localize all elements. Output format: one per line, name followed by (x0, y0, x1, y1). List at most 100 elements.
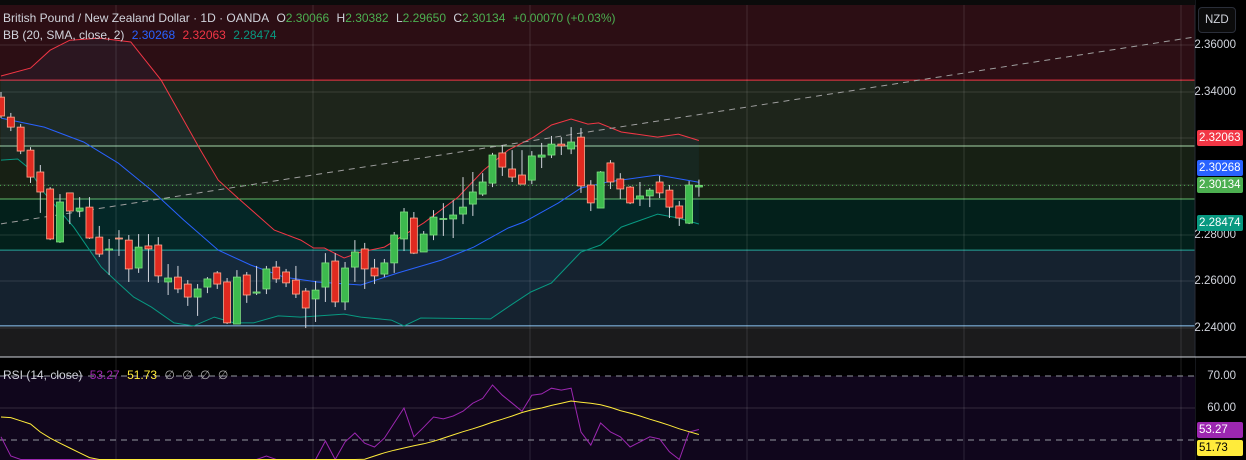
candle-body (390, 234, 399, 264)
candle-body (626, 186, 635, 204)
candle-body (154, 244, 163, 277)
candle-body (291, 279, 300, 295)
top-bar (0, 0, 1195, 5)
low-value: 2.29650 (402, 11, 447, 25)
candle-body (193, 288, 202, 298)
candle-body (655, 181, 664, 194)
bb-legend[interactable]: BB (20, SMA, close, 2) 2.30268 2.32063 2… (3, 28, 281, 42)
bb-lower-value: 2.28474 (233, 28, 277, 42)
candle-body (213, 272, 222, 285)
candle-body (400, 211, 408, 240)
candle-body (577, 136, 585, 187)
candle-body (26, 149, 35, 178)
candle-body (321, 262, 330, 288)
low-label: L (395, 11, 403, 25)
price-tick: 2.36000 (1194, 39, 1236, 51)
candle-body (95, 236, 104, 255)
rsi-tag: 53.27 (1197, 422, 1243, 438)
candle-body (478, 181, 487, 195)
candle-body (547, 143, 556, 156)
price-tick: 2.26000 (1194, 275, 1236, 287)
candle-body (586, 184, 595, 204)
candle-body (596, 171, 605, 209)
candle-body (144, 245, 153, 250)
candle-body (203, 278, 212, 288)
candle-body (616, 178, 625, 190)
rsi-value: 53.27 (89, 368, 120, 382)
price-zone (0, 325, 1195, 357)
rsi-label: RSI (14, close) (3, 368, 83, 382)
candle-body (468, 191, 477, 205)
candle-body (164, 277, 173, 283)
price-chart[interactable] (0, 0, 1246, 460)
candle-body (488, 154, 497, 184)
candle-body (272, 266, 281, 280)
candle-body (537, 154, 546, 158)
candle-body (350, 251, 359, 268)
candle-body (233, 276, 241, 325)
last-price-tag: 2.30134 (1197, 177, 1243, 193)
rsi-extra: ∅ (182, 368, 193, 382)
candle-body (695, 184, 703, 188)
candle-body (409, 217, 418, 254)
candle-body (449, 214, 458, 220)
candle-body (75, 207, 84, 212)
candle-body (331, 260, 340, 303)
high-label: H (336, 11, 346, 25)
rsi-extra: ∅ (200, 368, 211, 382)
bb-label: BB (20, SMA, close, 2) (3, 28, 125, 42)
candle-body (341, 267, 349, 303)
close-label: C (453, 11, 463, 25)
currency-button[interactable]: NZD (1198, 7, 1236, 33)
candle-body (606, 162, 615, 183)
bb-lower-tag: 2.28474 (1197, 215, 1243, 231)
rsi-extra: ∅ (217, 368, 229, 382)
open-label: O (276, 11, 286, 25)
candle-body (124, 239, 133, 270)
candle-body (665, 189, 674, 208)
candle-body (6, 116, 15, 128)
candle-body (518, 174, 526, 185)
bb-basis-tag: 2.30268 (1197, 160, 1243, 176)
candle-body (134, 246, 143, 269)
candle-body (115, 237, 123, 240)
candle-body (380, 262, 389, 275)
candle-body (429, 216, 438, 236)
rsi-tick: 70.00 (1207, 370, 1236, 382)
rsi-extra: ∅ (164, 368, 175, 382)
candle-body (685, 184, 693, 224)
candle-body (360, 248, 369, 270)
bb-basis-value: 2.30268 (131, 28, 176, 42)
candle-body (36, 171, 45, 193)
rsi-ma-tag: 51.73 (1197, 440, 1243, 456)
rsi-band-fill (0, 376, 1195, 460)
candle-body (311, 289, 320, 300)
candle-body (223, 281, 231, 324)
candle-body (439, 218, 448, 220)
candle-body (459, 206, 467, 215)
bb-upper-tag: 2.32063 (1197, 130, 1243, 146)
rsi-ma-value: 51.73 (127, 368, 158, 382)
candle-body (0, 96, 5, 117)
candle-body (252, 291, 261, 294)
candle-body (262, 268, 271, 290)
change-value: +0.00070 (+0.03%) (512, 11, 616, 25)
candle-body (419, 233, 428, 253)
candle-body (183, 283, 192, 298)
candle-body (636, 195, 644, 200)
candle-body (567, 141, 576, 150)
candle-body (65, 192, 74, 212)
candle-body (282, 271, 290, 284)
candle-body (174, 276, 182, 290)
candle-body (498, 152, 507, 168)
high-value: 2.30382 (345, 11, 389, 25)
symbol-title: British Pound / New Zealand Dollar · 1D … (3, 11, 270, 25)
candle-body (508, 168, 517, 178)
open-value: 2.30066 (285, 11, 330, 25)
candle-body (557, 143, 566, 147)
candle-body (242, 274, 251, 296)
bb-upper-value: 2.32063 (182, 28, 226, 42)
candle-body (675, 205, 684, 219)
candle-body (105, 248, 114, 251)
rsi-legend[interactable]: RSI (14, close) 53.27 51.73 ∅ ∅ ∅ ∅ (3, 368, 232, 382)
